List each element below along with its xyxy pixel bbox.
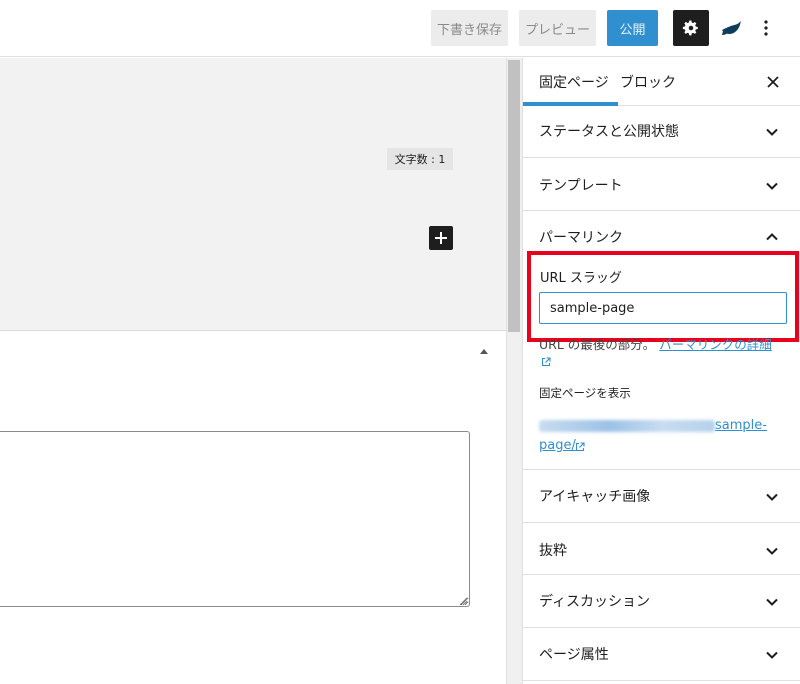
external-link-icon[interactable] <box>575 442 585 452</box>
word-count-badge: 文字数 : 1 <box>387 148 453 170</box>
chevron-down-icon <box>766 598 778 606</box>
url-slug-part1[interactable]: sample- <box>715 418 767 433</box>
panel-permalink-title[interactable]: パーマリンク <box>539 227 623 247</box>
plus-icon <box>435 232 447 244</box>
save-draft-button[interactable]: 下書き保存 <box>431 10 508 46</box>
view-page-label: 固定ページを表示 <box>539 386 631 400</box>
page-url-link[interactable]: sample- <box>539 418 767 433</box>
tab-block[interactable]: ブロック <box>620 58 676 106</box>
preview-button[interactable]: プレビュー <box>519 10 596 46</box>
panel-discussion-title: ディスカッション <box>539 594 651 610</box>
panel-page-attributes-title: ページ属性 <box>539 647 609 663</box>
chevron-up-icon[interactable] <box>766 233 778 241</box>
panel-template-title: テンプレート <box>539 178 623 194</box>
panel-discussion[interactable]: ディスカッション <box>523 575 800 628</box>
panel-page-attributes[interactable]: ページ属性 <box>523 628 800 681</box>
chevron-down-icon <box>766 128 778 136</box>
editor-header: 下書き保存 プレビュー 公開 <box>0 0 800 57</box>
panel-featured-image[interactable]: アイキャッチ画像 <box>523 470 800 523</box>
gear-icon <box>682 20 698 36</box>
block-inserter-button[interactable] <box>429 226 453 250</box>
more-vertical-icon <box>764 20 768 36</box>
panel-status-title: ステータスと公開状態 <box>539 124 679 140</box>
url-slug-label: URL スラッグ <box>540 271 622 286</box>
caret-up-icon[interactable] <box>478 346 490 356</box>
chevron-down-icon <box>766 182 778 190</box>
sidebar-tabs: 固定ページ ブロック <box>523 58 800 106</box>
panel-excerpt[interactable]: 抜粋 <box>523 523 800 575</box>
panel-template[interactable]: テンプレート <box>523 158 800 211</box>
panel-status[interactable]: ステータスと公開状態 <box>523 106 800 158</box>
chevron-down-icon <box>766 493 778 501</box>
canvas-scrollbar-thumb[interactable] <box>508 60 520 332</box>
page-url-link-line2[interactable]: page/ <box>539 438 576 453</box>
leaf-icon <box>722 21 741 35</box>
resize-grip-icon[interactable] <box>458 596 468 606</box>
settings-sidebar: 固定ページ ブロック ステータスと公開状態 テンプレート パーマリンク URL … <box>522 58 800 684</box>
meta-box-divider <box>0 330 506 331</box>
settings-button[interactable] <box>673 10 709 46</box>
chevron-down-icon <box>766 547 778 555</box>
publish-button[interactable]: 公開 <box>607 10 658 46</box>
tab-page[interactable]: 固定ページ <box>539 58 619 106</box>
permalink-help: URL の最後の部分。 パーマリンクの詳細 <box>539 334 772 353</box>
panel-excerpt-title: 抜粋 <box>539 543 567 559</box>
chevron-down-icon <box>766 651 778 659</box>
panel-featured-image-title: アイキャッチ画像 <box>539 489 651 505</box>
meta-textarea[interactable] <box>0 431 470 607</box>
plugin-button[interactable] <box>716 10 746 46</box>
url-slug-input[interactable] <box>539 292 787 324</box>
editor-canvas[interactable] <box>0 58 506 330</box>
close-icon[interactable] <box>763 72 783 92</box>
more-options-button[interactable] <box>752 10 780 46</box>
permalink-details-link[interactable]: パーマリンクの詳細 <box>659 337 772 352</box>
permalink-help-text: URL の最後の部分。 <box>539 337 656 352</box>
blurred-domain <box>539 419 715 432</box>
external-link-icon[interactable] <box>541 357 551 367</box>
url-slug-part2[interactable]: page/ <box>539 438 576 453</box>
